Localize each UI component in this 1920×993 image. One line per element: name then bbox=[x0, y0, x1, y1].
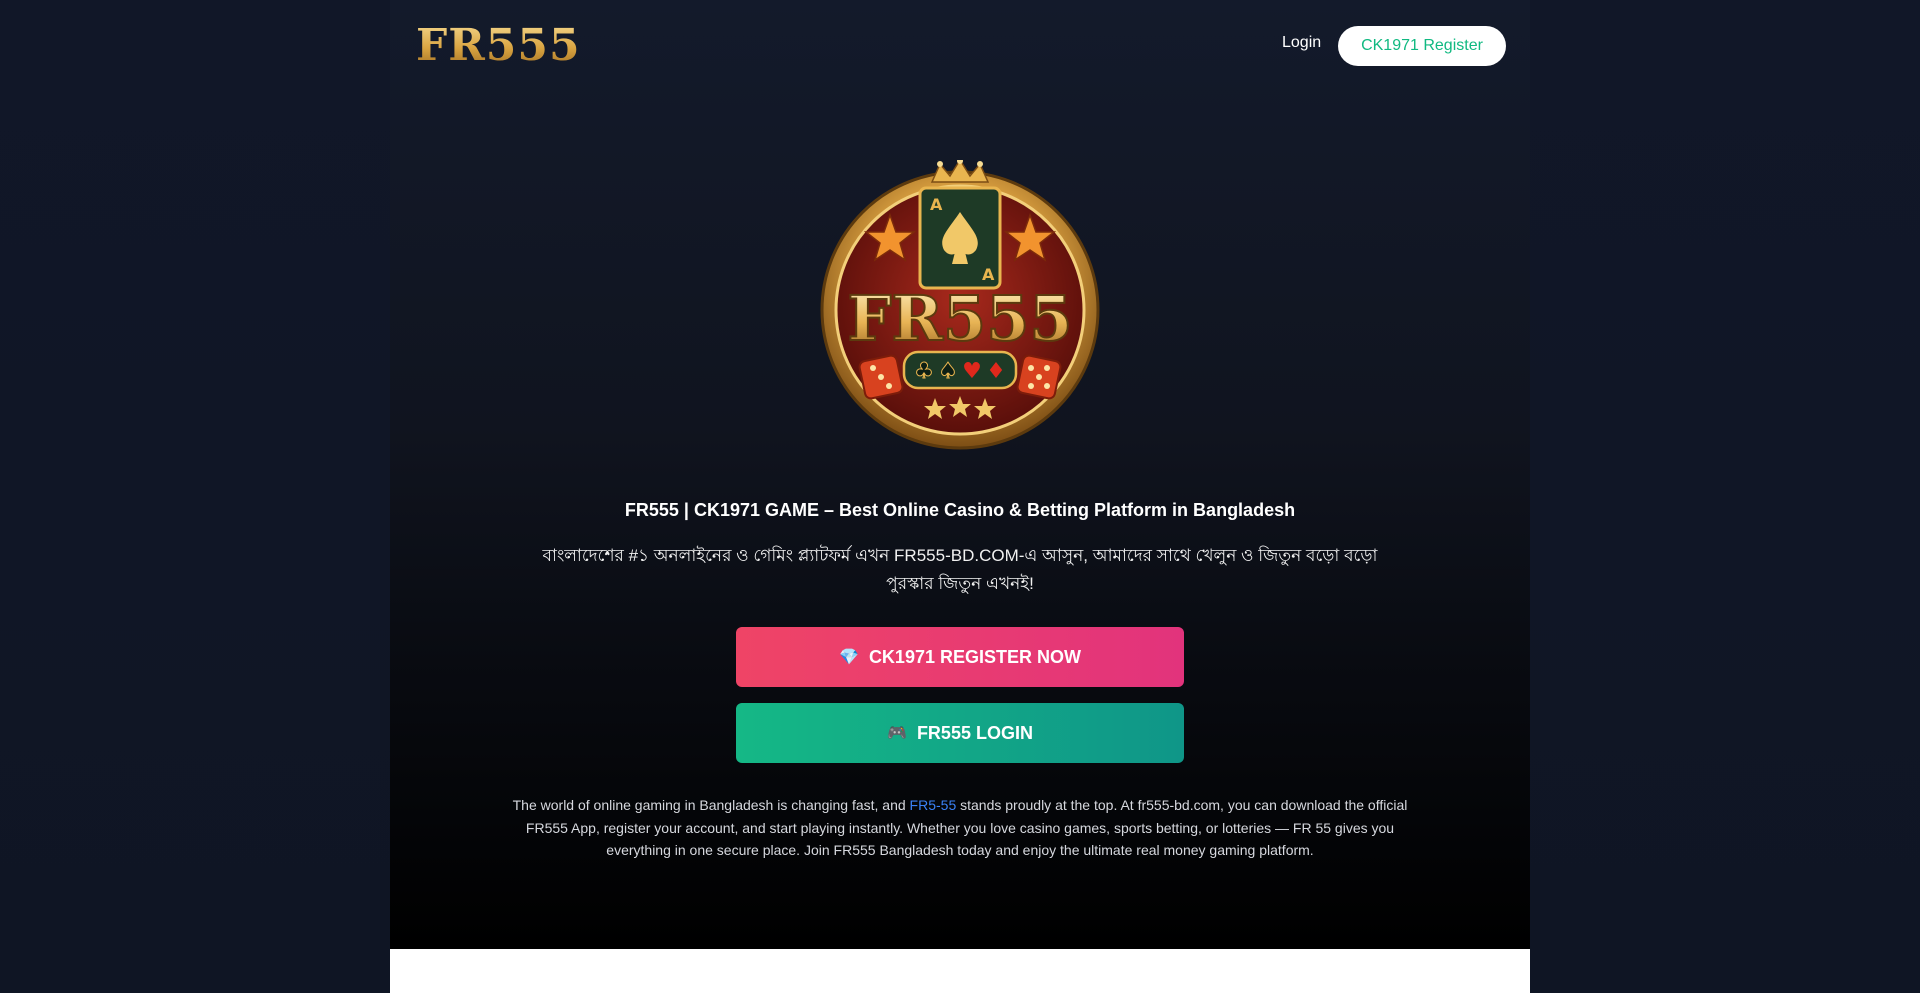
gamepad-icon: 🎮 bbox=[887, 725, 907, 742]
login-button-label: FR555 LOGIN bbox=[916, 722, 1033, 743]
casino-emblem: A A FR555 ♣ ♠ ♥ ♦ bbox=[820, 160, 1100, 450]
register-now-label: CK1971 REGISTER NOW bbox=[868, 646, 1081, 667]
register-now-button[interactable]: 💎 CK1971 REGISTER NOW bbox=[736, 627, 1184, 687]
crown-icon bbox=[930, 160, 990, 183]
page: FR555 Login CK1971 Register A A FR555 ♣ … bbox=[0, 0, 1920, 993]
page-title: FR555 | CK1971 GAME – Best Online Casino… bbox=[624, 500, 1296, 520]
card-suits-icon: ♣ ♠ ♥ ♦ bbox=[902, 350, 1018, 390]
svg-text:FR555: FR555 bbox=[848, 282, 1073, 355]
fr555-link[interactable]: FR5-55 bbox=[910, 797, 957, 813]
site-logo[interactable]: FR555 bbox=[416, 20, 581, 71]
intro-description: The world of online gaming in Bangladesh… bbox=[500, 794, 1420, 862]
svg-text:♣: ♣ bbox=[914, 359, 934, 384]
header: FR555 Login CK1971 Register bbox=[390, 0, 1530, 92]
login-link[interactable]: Login bbox=[1282, 34, 1321, 52]
login-button[interactable]: 🎮 FR555 LOGIN bbox=[736, 703, 1184, 763]
page-subtitle: বাংলাদেশের #১ অনলাইনের ও গেমিং প্ল্যাটফর… bbox=[542, 546, 1378, 593]
svg-text:♥: ♥ bbox=[962, 359, 982, 384]
svg-text:♦: ♦ bbox=[986, 359, 1006, 384]
diamond-icon: 💎 bbox=[839, 649, 859, 666]
ace-of-spades-icon: A A bbox=[918, 186, 1002, 290]
content-section-start bbox=[390, 949, 1530, 993]
description-text-1: The world of online gaming in Bangladesh… bbox=[512, 797, 910, 813]
svg-text:A: A bbox=[930, 195, 943, 214]
svg-text:♠: ♠ bbox=[938, 359, 958, 384]
main-container: FR555 Login CK1971 Register A A FR555 ♣ … bbox=[390, 0, 1530, 993]
register-button[interactable]: CK1971 Register bbox=[1338, 26, 1506, 66]
